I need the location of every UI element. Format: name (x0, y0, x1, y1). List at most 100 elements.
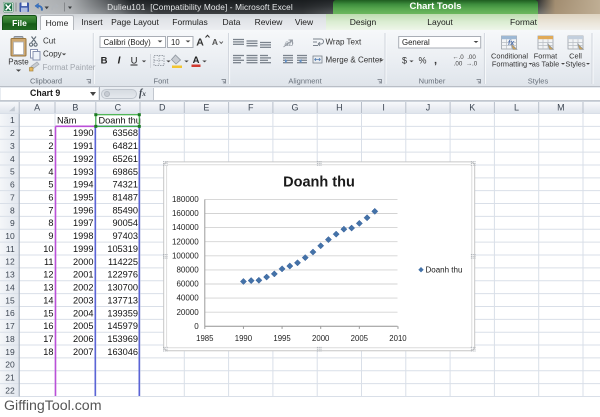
svg-text:1990: 1990 (235, 334, 253, 343)
svg-text:Styles: Styles (528, 77, 549, 86)
svg-text:64821: 64821 (112, 141, 138, 151)
svg-text:15: 15 (5, 295, 15, 305)
svg-text:10: 10 (5, 230, 15, 240)
svg-text:Format Painter: Format Painter (43, 63, 96, 72)
svg-text:Wrap Text: Wrap Text (326, 38, 362, 47)
svg-text:Font: Font (153, 77, 169, 86)
svg-text:1985: 1985 (196, 334, 214, 343)
svg-text:120000: 120000 (172, 237, 199, 246)
svg-text:139359: 139359 (107, 308, 138, 318)
svg-text:65261: 65261 (112, 153, 138, 163)
svg-text:1992: 1992 (73, 153, 93, 163)
svg-text:5: 5 (10, 166, 15, 176)
svg-text:Alignment: Alignment (288, 77, 322, 86)
svg-text:17: 17 (5, 321, 15, 331)
svg-text:4: 4 (10, 153, 15, 163)
svg-text:22: 22 (5, 385, 15, 395)
svg-text:D: D (159, 102, 166, 112)
svg-text:12: 12 (5, 256, 15, 266)
svg-text:122976: 122976 (107, 269, 138, 279)
svg-text:2005: 2005 (351, 334, 369, 343)
svg-text:1999: 1999 (73, 243, 93, 253)
svg-text:9: 9 (10, 218, 15, 228)
svg-text:Calibri (Body): Calibri (Body) (104, 38, 152, 47)
svg-text:97403: 97403 (112, 231, 138, 241)
svg-text:Formatting: Formatting (492, 60, 527, 69)
svg-text:15: 15 (43, 308, 53, 318)
svg-text:16: 16 (5, 308, 15, 318)
svg-text:2: 2 (48, 141, 53, 151)
svg-text:%: % (418, 56, 426, 66)
svg-text:G: G (291, 102, 298, 112)
svg-text:F: F (248, 102, 254, 112)
svg-text:20000: 20000 (176, 308, 199, 317)
svg-text:2003: 2003 (73, 295, 93, 305)
svg-text:11: 11 (44, 256, 54, 266)
svg-text:8: 8 (48, 218, 53, 228)
svg-text:160000: 160000 (172, 209, 199, 218)
svg-text:H: H (336, 102, 343, 112)
svg-text:2010: 2010 (389, 334, 407, 343)
svg-text:I: I (118, 56, 121, 67)
svg-text:2006: 2006 (73, 333, 93, 343)
svg-text:7: 7 (10, 192, 15, 202)
svg-text:17: 17 (43, 333, 53, 343)
svg-text:1996: 1996 (73, 205, 93, 215)
svg-text:20: 20 (5, 359, 15, 369)
svg-text:13: 13 (5, 269, 15, 279)
svg-text:153969: 153969 (107, 333, 138, 343)
svg-text:11: 11 (6, 243, 15, 253)
svg-text:0: 0 (194, 322, 199, 331)
svg-text:13: 13 (43, 282, 53, 292)
svg-text:12: 12 (43, 269, 53, 279)
svg-text:63568: 63568 (112, 128, 138, 138)
svg-text:.00: .00 (454, 61, 463, 68)
svg-text:60000: 60000 (176, 280, 199, 289)
svg-text:163046: 163046 (107, 346, 138, 356)
svg-text:5: 5 (48, 179, 53, 189)
svg-text:A: A (196, 37, 204, 49)
svg-text:69865: 69865 (112, 166, 138, 176)
svg-text:Merge & Center: Merge & Center (326, 56, 383, 65)
svg-text:Clipboard: Clipboard (30, 77, 62, 86)
svg-text:21: 21 (5, 372, 15, 382)
svg-text:I: I (382, 102, 385, 112)
svg-text:Styles: Styles (565, 60, 585, 69)
svg-text:7: 7 (48, 205, 53, 215)
svg-text:3: 3 (48, 153, 53, 163)
svg-text:74321: 74321 (112, 179, 138, 189)
svg-text:1994: 1994 (73, 179, 93, 189)
svg-text:2007: 2007 (73, 346, 93, 356)
svg-text:81487: 81487 (112, 192, 138, 202)
svg-text:2005: 2005 (73, 321, 93, 331)
svg-text:Doanh thu: Doanh thu (283, 175, 355, 191)
svg-text:140000: 140000 (172, 223, 199, 232)
svg-text:10: 10 (43, 243, 53, 253)
svg-text:4: 4 (48, 166, 53, 176)
svg-text:1990: 1990 (73, 128, 93, 138)
svg-text:$: $ (402, 56, 407, 66)
svg-text:1991: 1991 (73, 141, 93, 151)
svg-text:1995: 1995 (73, 192, 93, 202)
svg-text:2: 2 (10, 128, 15, 138)
svg-text:B: B (72, 102, 78, 112)
svg-text:14: 14 (5, 282, 15, 292)
svg-text:14: 14 (43, 295, 53, 305)
svg-text:130700: 130700 (107, 282, 138, 292)
svg-text:2000: 2000 (312, 334, 330, 343)
svg-text:2000: 2000 (73, 256, 93, 266)
svg-text:M: M (557, 102, 565, 112)
svg-text:3: 3 (10, 140, 15, 150)
svg-text:,: , (434, 55, 437, 67)
svg-text:General: General (402, 38, 430, 47)
svg-text:40000: 40000 (176, 294, 199, 303)
svg-text:1: 1 (48, 128, 53, 138)
svg-text:145979: 145979 (107, 321, 138, 331)
svg-text:K: K (469, 102, 475, 112)
svg-text:J: J (426, 102, 431, 112)
svg-text:A: A (212, 37, 218, 47)
svg-text:100000: 100000 (172, 251, 199, 260)
svg-text:10: 10 (171, 38, 180, 47)
svg-text:105319: 105319 (107, 243, 138, 253)
svg-text:→.0: →.0 (466, 61, 478, 68)
